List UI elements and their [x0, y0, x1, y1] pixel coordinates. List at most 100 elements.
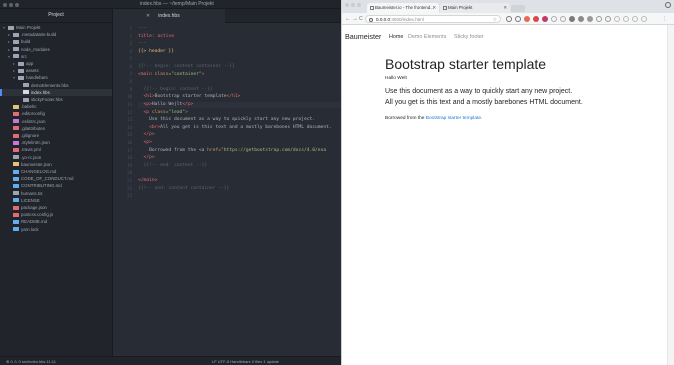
code-line[interactable]: Borrowed from the <a href="https://getbo… — [138, 148, 326, 154]
tree-item[interactable]: ▸ app — [0, 60, 112, 67]
code-line[interactable]: </p> — [138, 155, 155, 161]
code-line[interactable]: <main class="container"> — [138, 72, 204, 78]
tree-item[interactable]: .eslintrc.json — [0, 118, 112, 125]
new-tab-button[interactable] — [511, 5, 525, 12]
code-line[interactable]: {{!-- begin: content --}} — [138, 87, 213, 93]
extension-icon[interactable] — [641, 16, 647, 22]
tree-item[interactable]: ▾ src — [0, 53, 112, 60]
tree-item[interactable]: .babelrc — [0, 103, 112, 110]
code-line[interactable]: <p>Hallo We|lt</p> — [138, 102, 341, 108]
code-line[interactable]: <br>All you get is this text and a mostl… — [138, 125, 332, 131]
code-line[interactable]: --- — [138, 41, 146, 47]
page-scrollbar[interactable] — [667, 25, 674, 365]
tab-index-hbs[interactable]: ✕ index.hbs — [113, 9, 225, 23]
extension-icon[interactable] — [596, 16, 602, 22]
close-tab-icon[interactable]: ✕ — [432, 3, 436, 13]
code-line[interactable]: <p class="lead"> — [138, 110, 188, 116]
close-tab-icon[interactable]: ✕ — [146, 9, 150, 23]
tree-item-label: CHANGELOG.md — [21, 169, 57, 174]
code-line[interactable]: {{!-- end: content --}} — [138, 163, 208, 169]
bookmark-star-icon[interactable]: ☆ — [493, 16, 497, 24]
extension-icon[interactable] — [533, 16, 539, 22]
nav-link-home[interactable]: Home — [389, 34, 403, 40]
tree-item[interactable]: yarn.lock — [0, 226, 112, 233]
browser-close-button[interactable] — [345, 3, 349, 7]
tree-item[interactable]: humans.txt — [0, 190, 112, 197]
maximize-window-button[interactable] — [15, 3, 19, 7]
tree-item[interactable]: .yo-rc.json — [0, 154, 112, 161]
extension-icon[interactable] — [524, 16, 530, 22]
browser-maximize-button[interactable] — [357, 3, 361, 7]
code-line[interactable]: </p> — [138, 132, 155, 138]
browser-toolbar: ← → C 0.0.0.0:3000/index.html ☆ ⋮ — [342, 13, 674, 25]
tree-item[interactable]: CHANGELOG.md — [0, 168, 112, 175]
status-left[interactable]: ⊗ 0 ⚠ 0 src/index.hbs 11:11 — [6, 358, 56, 365]
tree-item[interactable]: CONTRIBUTING.md — [0, 182, 112, 189]
tree-item[interactable]: package.json — [0, 204, 112, 211]
tree-item[interactable]: LICENSE — [0, 197, 112, 204]
code-line[interactable]: Use this document as a way to quickly st… — [138, 117, 315, 123]
address-bar[interactable]: 0.0.0.0:3000/index.html ☆ — [365, 15, 501, 23]
close-tab-icon[interactable]: ✕ — [503, 3, 507, 13]
browser-tab-baumeister[interactable]: Baumeister.io - The frontend... ✕ — [367, 3, 439, 13]
reload-icon[interactable]: C — [359, 14, 363, 24]
extension-icon[interactable] — [623, 16, 629, 22]
extension-icon[interactable] — [560, 16, 566, 22]
tree-item[interactable]: .travis.yml — [0, 146, 112, 153]
tree-item[interactable]: .stylelintrc.json — [0, 139, 112, 146]
extension-icon[interactable] — [506, 16, 512, 22]
tree-item[interactable]: .gitignore — [0, 132, 112, 139]
code-line[interactable]: {{> header }} — [138, 49, 174, 55]
extension-icon[interactable] — [587, 16, 593, 22]
browser-tab-main-projekt[interactable]: Main Projekt ✕ — [440, 3, 510, 13]
close-window-button[interactable] — [3, 3, 7, 7]
navbar-brand[interactable]: Baumeister — [345, 32, 381, 41]
extension-icon[interactable] — [542, 16, 548, 22]
info-icon[interactable] — [369, 17, 373, 22]
menu-icon[interactable]: ⋮ — [662, 14, 667, 24]
code-line[interactable]: {{!-- end: content container --}} — [138, 186, 229, 192]
tree-item[interactable]: ▾ Main Projekt — [0, 24, 112, 31]
code-line[interactable]: {{!-- begin: content container --}} — [138, 64, 235, 70]
code-line[interactable]: <p> — [138, 140, 152, 146]
tree-item[interactable]: ▸ assets — [0, 67, 112, 74]
code-line[interactable]: title: active — [138, 34, 174, 40]
extension-icon[interactable] — [578, 16, 584, 22]
nav-link-demo-elements[interactable]: Demo Elements — [408, 34, 446, 40]
forward-icon[interactable]: → — [352, 14, 358, 24]
tree-item[interactable]: ▸ build — [0, 38, 112, 45]
tree-item[interactable]: baumeister.json — [0, 161, 112, 168]
code-line[interactable]: --- — [138, 26, 146, 32]
code-token: Use this document as a way to quickly st… — [138, 117, 316, 123]
extension-icon[interactable] — [569, 16, 575, 22]
back-icon[interactable]: ← — [345, 14, 351, 24]
extension-icon[interactable] — [632, 16, 638, 22]
code-token: > — [201, 71, 205, 77]
tree-item[interactable]: ▸ .metadatatm-build — [0, 31, 112, 38]
bootstrap-link[interactable]: Bootstrap starter template — [426, 116, 481, 121]
profile-icon[interactable] — [665, 2, 671, 8]
folder-icon — [13, 47, 19, 52]
tree-item[interactable]: postcss.config.js — [0, 211, 112, 218]
tree-item[interactable]: CODE_OF_CONDUCT.md — [0, 175, 112, 182]
minimize-window-button[interactable] — [9, 3, 13, 7]
tree-item[interactable]: .gitattributes — [0, 125, 112, 132]
tree-item[interactable]: ▾ handlebars — [0, 74, 112, 81]
tree-item[interactable]: README.md — [0, 218, 112, 225]
extension-icon[interactable] — [614, 16, 620, 22]
tree-item-label: build — [21, 39, 31, 45]
status-right[interactable]: LF UTF-8 Handlebars 0 files 1 update — [212, 358, 279, 365]
extension-icon[interactable] — [551, 16, 557, 22]
code-line[interactable]: <h1>Bootstrap starter template</h1> — [138, 94, 241, 100]
extension-icon[interactable] — [605, 16, 611, 22]
tree-item[interactable]: index.hbs — [0, 88, 112, 96]
code-line[interactable]: </main> — [138, 178, 157, 184]
extension-icon[interactable] — [515, 16, 521, 22]
tree-item[interactable]: ▸ node_modules — [0, 46, 112, 53]
tree-item[interactable]: stickyFooter.hbs — [0, 96, 112, 103]
tree-item[interactable]: .editorconfig — [0, 110, 112, 117]
nav-link-sticky-footer[interactable]: Sticky footer — [454, 34, 484, 40]
code-text-area[interactable]: --- title: active --- {{> header }} {{!-- be… — [138, 23, 341, 356]
browser-minimize-button[interactable] — [351, 3, 355, 7]
tree-item[interactable]: demoElements.hbs — [0, 82, 112, 89]
